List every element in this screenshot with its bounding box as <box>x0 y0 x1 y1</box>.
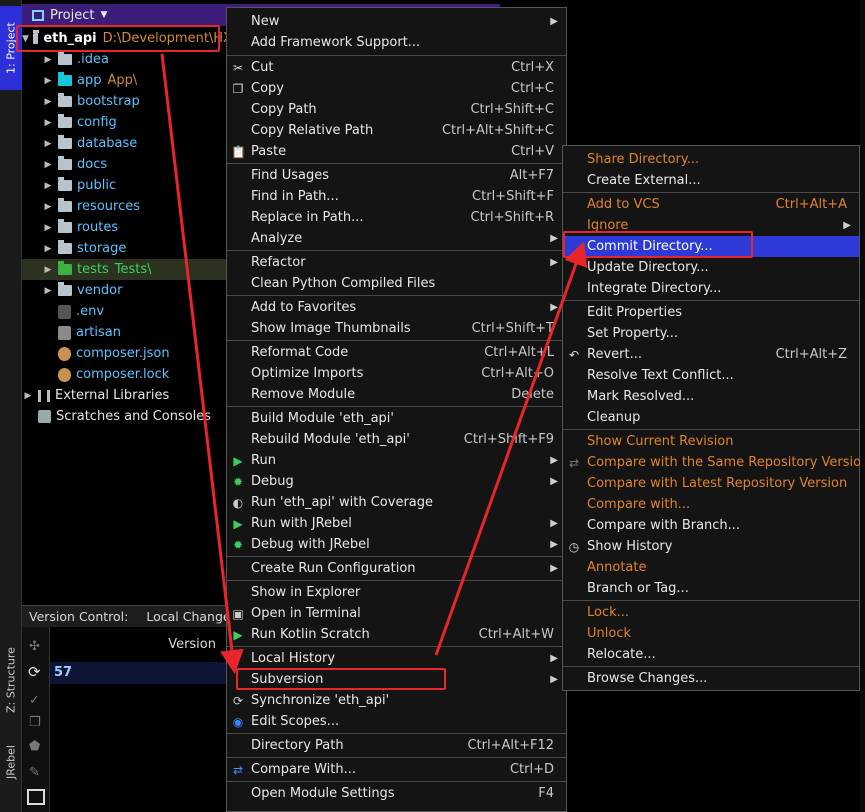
arrow-to-subversion <box>160 53 244 674</box>
annotation-arrows <box>160 53 588 674</box>
arrow-to-commit <box>434 241 588 656</box>
